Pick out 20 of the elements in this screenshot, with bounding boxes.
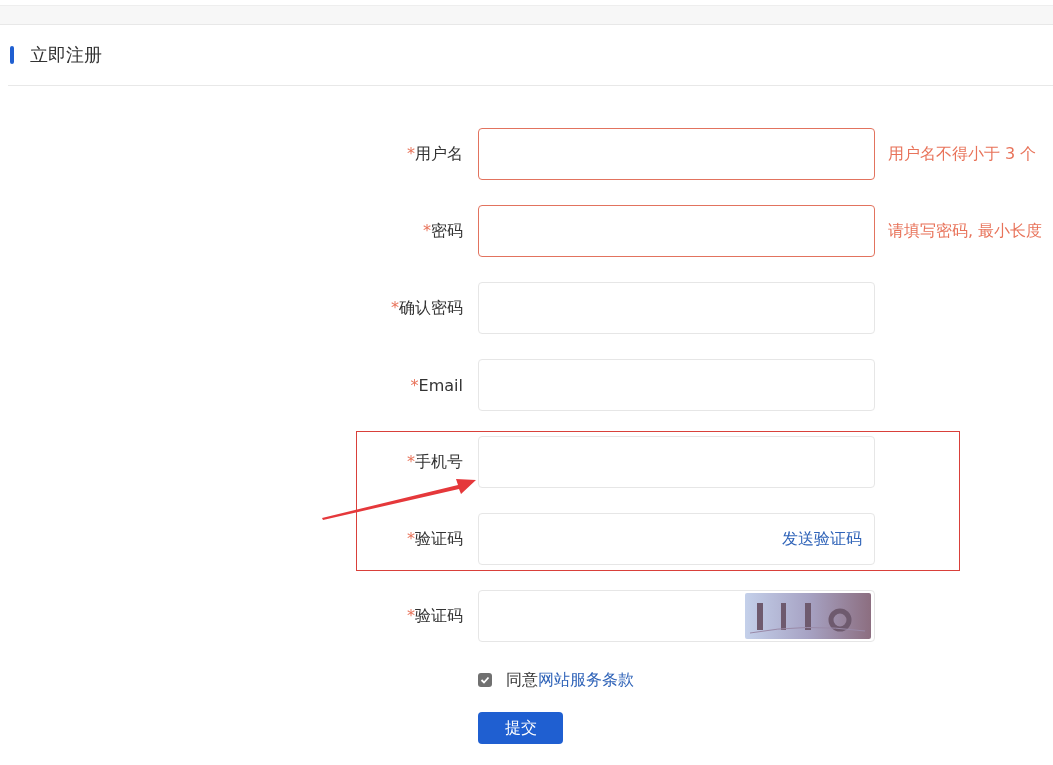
field-label: *验证码 <box>406 605 464 627</box>
terms-link[interactable]: 网站服务条款 <box>538 669 634 689</box>
input-field[interactable] <box>478 128 875 180</box>
field-label: *用户名 <box>406 143 464 165</box>
field-label: *Email <box>409 375 464 395</box>
agree-checkbox[interactable] <box>478 673 492 687</box>
section-title: 立即注册 <box>30 43 102 67</box>
input-field[interactable] <box>478 205 875 257</box>
field-label: *手机号 <box>406 451 464 473</box>
field-label: *验证码 <box>406 528 464 550</box>
field-label: *确认密码 <box>390 297 464 319</box>
error-message: 请填写密码, 最小长度 <box>888 220 1043 242</box>
agreement-text: 同意网站服务条款 <box>506 669 634 691</box>
error-message: 用户名不得小于 3 个 <box>888 143 1037 165</box>
input-field[interactable]: 发送验证码 <box>478 513 875 565</box>
field-label: *密码 <box>422 220 464 242</box>
title-accent-bar <box>10 46 14 64</box>
send-code-link[interactable]: 发送验证码 <box>782 528 862 550</box>
check-icon <box>480 675 490 685</box>
submit-button[interactable]: 提交 <box>478 712 563 744</box>
